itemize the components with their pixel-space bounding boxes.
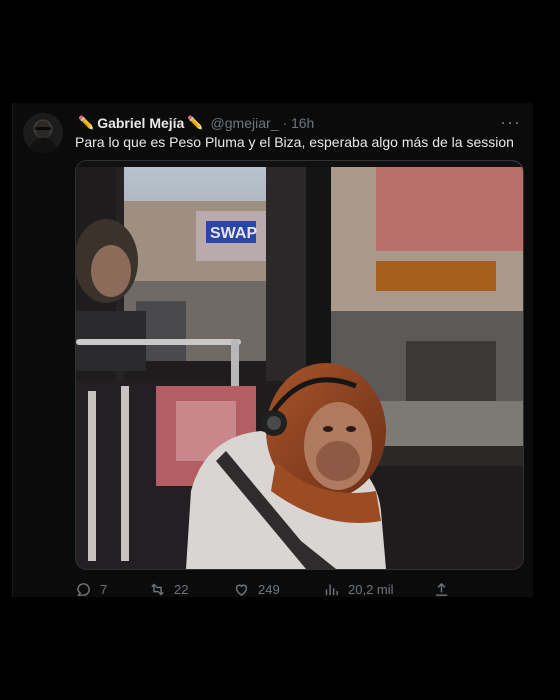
heart-icon <box>235 584 248 596</box>
like-count: 249 <box>258 581 280 597</box>
tweet-time[interactable]: · 16h <box>282 115 314 131</box>
tweet-header: ✏️ Gabriel Mejía ✏️ @gmejiar_ · 16h <box>75 113 314 133</box>
like-button[interactable]: 249 <box>233 581 280 598</box>
orangutan-on-bus-photo: SWAP <box>76 161 523 569</box>
share-button[interactable] <box>433 581 450 598</box>
pencil-icon: ✏️ <box>187 115 204 130</box>
avatar-glasses <box>35 127 51 130</box>
analytics-icon <box>325 584 338 595</box>
tweet-text: Para lo que es Peso Pluma y el Biza, esp… <box>75 134 514 150</box>
store-sign-text: SWAP <box>210 225 257 242</box>
retweet-count: 22 <box>174 581 189 597</box>
retweet-button[interactable]: 22 <box>149 581 188 598</box>
tweet-media-image[interactable]: SWAP <box>75 160 524 570</box>
author-handle[interactable]: @gmejiar_ <box>211 115 279 131</box>
more-options-icon[interactable]: ··· <box>500 112 521 133</box>
pencil-icon: ✏️ <box>78 115 95 130</box>
views-button[interactable]: 20,2 mil <box>323 581 394 598</box>
share-icon <box>435 582 448 596</box>
reply-icon <box>77 582 90 596</box>
reply-button[interactable]: 7 <box>75 581 107 598</box>
view-count: 20,2 mil <box>348 581 394 597</box>
author-name[interactable]: Gabriel Mejía <box>97 115 184 131</box>
tweet-card[interactable]: ✏️ Gabriel Mejía ✏️ @gmejiar_ · 16h ··· … <box>12 103 533 597</box>
avatar[interactable] <box>23 113 63 153</box>
tweet-actions: 7 22 249 20,2 mil <box>75 579 455 599</box>
reply-count: 7 <box>100 581 108 597</box>
retweet-icon <box>151 583 164 595</box>
avatar-body <box>30 138 56 153</box>
